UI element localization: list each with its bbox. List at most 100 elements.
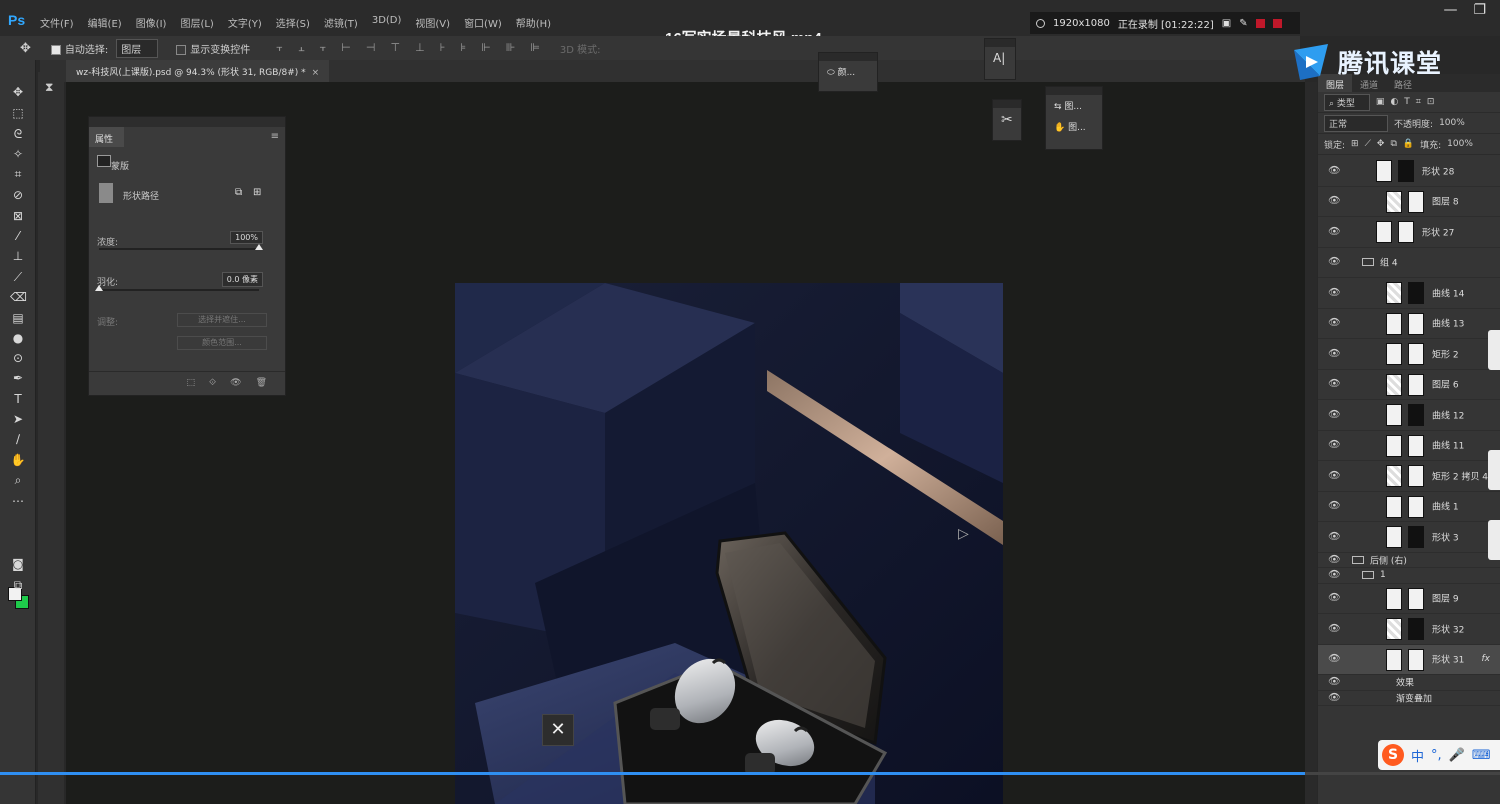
- layer-fx-icon[interactable]: fx: [1482, 654, 1491, 664]
- panel-scrollbar[interactable]: [1305, 82, 1317, 804]
- close-video-button[interactable]: ✕: [542, 714, 574, 746]
- density-slider[interactable]: [99, 244, 263, 250]
- layer-name[interactable]: 形状 27: [1422, 225, 1454, 238]
- folder-icon[interactable]: [1352, 555, 1364, 564]
- zoom-tool-icon[interactable]: ⌕: [10, 472, 26, 488]
- auto-select-toggle[interactable]: 自动选择:: [50, 41, 108, 56]
- layer-name[interactable]: 曲线 1: [1432, 500, 1459, 513]
- stamp-tool-icon[interactable]: ⊥: [10, 248, 26, 264]
- visibility-eye-icon[interactable]: 👁: [1328, 409, 1341, 420]
- layer-row[interactable]: 👁 矩形 2: [1318, 339, 1500, 370]
- layer-row[interactable]: 👁 组 4: [1318, 248, 1500, 278]
- layer-name[interactable]: 矩形 2: [1432, 347, 1459, 360]
- opacity-value[interactable]: 100%: [1439, 118, 1465, 128]
- visibility-eye-icon[interactable]: 👁: [1328, 226, 1341, 237]
- frame-tool-icon[interactable]: ⊠: [10, 208, 26, 224]
- layer-name[interactable]: 组 4: [1380, 256, 1398, 269]
- menu-window[interactable]: 窗口(W): [464, 15, 502, 30]
- hand-tool-icon[interactable]: ✋: [10, 452, 26, 468]
- menu-type[interactable]: 文字(Y): [228, 15, 262, 30]
- properties-tab[interactable]: 属性: [89, 127, 124, 147]
- distribute-icon[interactable]: ⊥: [415, 41, 425, 55]
- layer-name[interactable]: 形状 28: [1422, 164, 1454, 177]
- record-icon[interactable]: [1272, 18, 1282, 28]
- checkbox-icon[interactable]: [176, 44, 187, 55]
- menu-file[interactable]: 文件(F): [40, 15, 74, 30]
- layer-row[interactable]: 👁 形状 28: [1318, 156, 1500, 187]
- blend-mode-dropdown[interactable]: 正常: [1324, 114, 1389, 132]
- layer-row[interactable]: 👁 渐变叠加: [1318, 691, 1500, 706]
- visibility-eye-icon[interactable]: 👁: [1328, 593, 1341, 604]
- visibility-eye-icon[interactable]: 👁: [1328, 692, 1341, 703]
- visibility-eye-icon[interactable]: 👁: [1328, 196, 1341, 207]
- punctuation-icon[interactable]: °,: [1431, 748, 1442, 763]
- visibility-eye-icon[interactable]: 👁: [1328, 501, 1341, 512]
- pen-tool-icon[interactable]: ✒: [10, 370, 26, 386]
- folder-icon[interactable]: [1362, 571, 1374, 580]
- blur-tool-icon[interactable]: ●: [10, 330, 26, 346]
- layer-row[interactable]: 👁 矩形 2 拷贝 4: [1318, 461, 1500, 492]
- layer-name[interactable]: 形状 3: [1432, 530, 1459, 543]
- camera-icon[interactable]: ▣: [1222, 18, 1231, 29]
- visibility-eye-icon[interactable]: 👁: [1328, 677, 1341, 688]
- side-float-tab[interactable]: [1488, 520, 1500, 560]
- panel-titlebar[interactable]: [89, 117, 285, 127]
- menu-filter[interactable]: 滤镜(T): [324, 15, 358, 30]
- character-icon[interactable]: A|: [985, 47, 1015, 69]
- distribute-icon[interactable]: ⊪: [506, 41, 516, 55]
- color-mini-item[interactable]: ⬭ 颜...: [819, 61, 877, 82]
- history-icon[interactable]: ⧗: [45, 80, 53, 95]
- move-tool-icon[interactable]: ✥: [10, 84, 26, 100]
- menu-layer[interactable]: 图层(L): [180, 15, 213, 30]
- visibility-eye-icon[interactable]: 👁: [1328, 440, 1341, 451]
- checkbox-icon[interactable]: [50, 44, 61, 55]
- density-slider-thumb[interactable]: [255, 244, 263, 250]
- panel-menu-icon[interactable]: ≡: [271, 131, 279, 142]
- selection-from-mask-icon[interactable]: ⬚: [187, 378, 196, 389]
- layer-name[interactable]: 矩形 2 拷贝 4: [1432, 469, 1488, 482]
- microphone-icon[interactable]: 🎤: [1449, 748, 1465, 763]
- visibility-eye-icon[interactable]: 👁: [1328, 348, 1341, 359]
- side-float-tab[interactable]: [1488, 330, 1500, 370]
- menu-view[interactable]: 视图(V): [415, 15, 450, 30]
- apply-icon[interactable]: ⟐: [209, 378, 216, 389]
- feather-slider-thumb[interactable]: [95, 285, 103, 291]
- styles-item[interactable]: ✋ 图...: [1046, 116, 1102, 137]
- layer-row[interactable]: 👁 后侧 (右): [1318, 553, 1500, 568]
- density-value[interactable]: 100%: [230, 231, 263, 244]
- visibility-eye-icon[interactable]: 👁: [1328, 623, 1341, 634]
- fill-value[interactable]: 100%: [1447, 139, 1473, 149]
- lasso-tool-icon[interactable]: ᘓ: [10, 126, 26, 142]
- layer-row[interactable]: 👁 形状 27: [1318, 217, 1500, 248]
- layer-name[interactable]: 后侧 (右): [1370, 553, 1407, 566]
- distribute-icon[interactable]: ⊦: [440, 41, 446, 55]
- pen-icon[interactable]: ✎: [1239, 18, 1247, 29]
- layer-row[interactable]: 👁 1: [1318, 568, 1500, 584]
- layer-row[interactable]: 👁 图层 6: [1318, 370, 1500, 400]
- quick-mask-icon[interactable]: ◙: [10, 556, 26, 572]
- align-right-icon[interactable]: ⊤: [390, 41, 400, 55]
- layer-name[interactable]: 曲线 14: [1432, 286, 1464, 299]
- layer-name[interactable]: 渐变叠加: [1396, 691, 1432, 704]
- line-tool-icon[interactable]: ∕: [10, 431, 26, 447]
- crop-tool-icon[interactable]: ⌗: [10, 166, 26, 182]
- layer-name[interactable]: 图层 8: [1432, 195, 1459, 208]
- filter-shape-icon[interactable]: ⌗: [1416, 97, 1421, 107]
- visibility-eye-icon[interactable]: 👁: [1328, 531, 1341, 542]
- lock-all-icon[interactable]: 🔒: [1403, 139, 1414, 149]
- auto-select-dropdown[interactable]: 图层: [116, 38, 159, 58]
- dodge-tool-icon[interactable]: ⊙: [10, 350, 26, 366]
- search-icon[interactable]: [1036, 18, 1045, 28]
- gradient-tool-icon[interactable]: ▤: [10, 310, 26, 326]
- layer-row[interactable]: 👁 曲线 12: [1318, 400, 1500, 431]
- filter-type-icon[interactable]: T: [1404, 97, 1410, 107]
- marquee-tool-icon[interactable]: ⬚: [10, 105, 26, 121]
- video-progress-bar[interactable]: [0, 772, 1500, 775]
- feather-slider[interactable]: [95, 285, 259, 291]
- menu-image[interactable]: 图像(I): [136, 15, 167, 30]
- visibility-eye-icon[interactable]: 👁: [1328, 570, 1341, 581]
- show-transform-toggle[interactable]: 显示变换控件: [176, 41, 250, 56]
- screen-mode-icon[interactable]: ⧉: [10, 577, 26, 593]
- folder-icon[interactable]: [1362, 258, 1374, 267]
- align-middle-icon[interactable]: ⫠: [298, 41, 305, 55]
